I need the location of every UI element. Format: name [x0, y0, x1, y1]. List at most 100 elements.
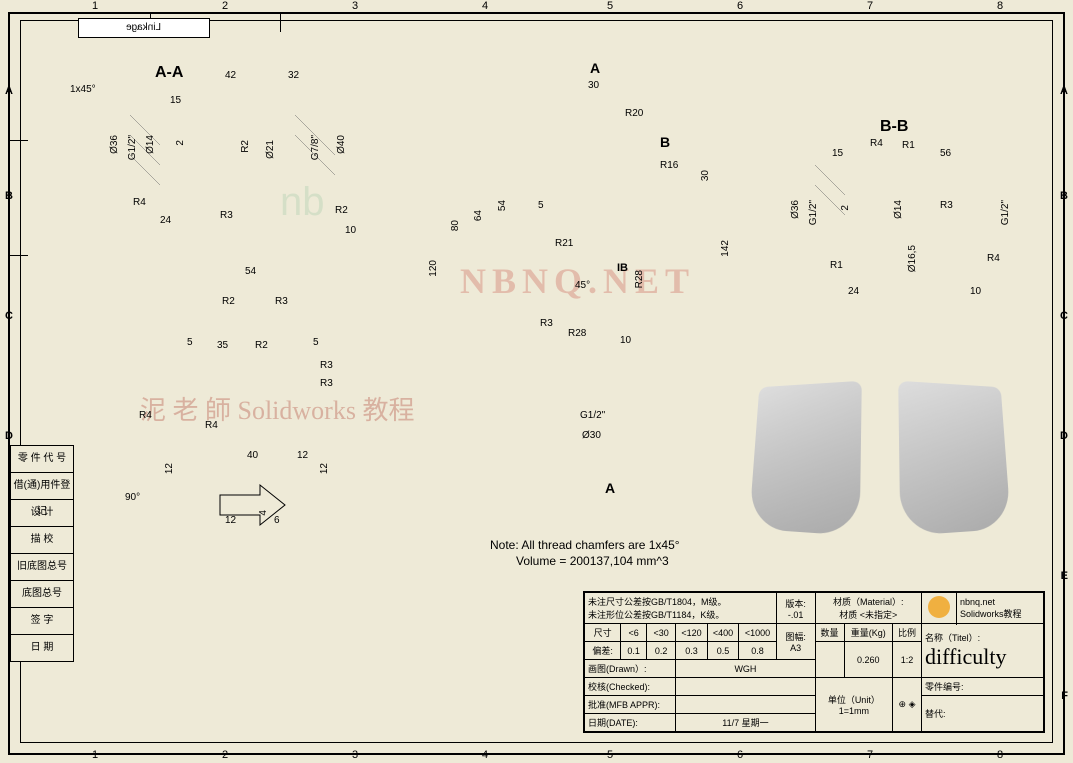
dim-r4a: R4 [133, 197, 146, 208]
sb-date: 日 期 [10, 635, 74, 662]
dim-chamfer: 1x45° [70, 84, 96, 95]
col-2-bot: 2 [215, 749, 235, 761]
arrow-a-bot: A [605, 480, 615, 496]
sb-trace: 描 校 [10, 527, 74, 554]
dim-v64: 64 [473, 210, 484, 221]
view-main [500, 80, 720, 460]
dim-d40: Ø40 [336, 135, 347, 154]
dim-g12a: G1/2" [127, 135, 138, 160]
dim-r3: R3 [540, 318, 553, 329]
dim-v4: 4 [258, 510, 269, 516]
dim-bb-g12a: G1/2" [808, 200, 819, 225]
dim-g78: G7/8" [310, 135, 321, 160]
dim-r28b: R28 [568, 328, 586, 339]
col-7-top: 7 [860, 0, 880, 12]
dim-bb-r4b: R4 [987, 253, 1000, 264]
dim-bb-h10: 10 [970, 286, 981, 297]
dim-h6: 6 [274, 515, 280, 526]
row-c-r: C [1060, 310, 1068, 322]
dim-bb-r3: R3 [940, 200, 953, 211]
row-b-l: B [5, 190, 13, 202]
dim-v30: 30 [700, 170, 711, 181]
dim-r2a: R2 [240, 140, 251, 153]
sb-partno: 零 件 代 号 [10, 445, 74, 473]
dim-bb-d165: Ø16,5 [907, 245, 918, 272]
col-5-top: 5 [600, 0, 620, 12]
dim-v142: 142 [720, 240, 731, 257]
dim-r2b: R2 [335, 205, 348, 216]
arrow-a-top: A [590, 60, 600, 76]
col-7-bot: 7 [860, 749, 880, 761]
section-bb-label: B-B [880, 118, 908, 136]
dim-r3b: R3 [275, 296, 288, 307]
section-aa-label: A-A [155, 64, 183, 82]
dim-h5b: 5 [313, 337, 319, 348]
dim-bb-h24: 24 [848, 286, 859, 297]
note-line1: Note: All thread chamfers are 1x45° [490, 538, 680, 552]
dim-bb-r4: R4 [870, 138, 883, 149]
col-1-top: 1 [85, 0, 105, 12]
note-line2: Volume = 200137,104 mm^3 [516, 554, 669, 568]
dim-h24: 24 [160, 215, 171, 226]
dim-h40: 40 [247, 450, 258, 461]
view-bb [790, 140, 1040, 320]
dim-a90: 90° [125, 492, 140, 503]
row-a-r: A [1060, 85, 1068, 97]
dim-r21: R21 [555, 238, 573, 249]
dim-h12b: 12 [225, 515, 236, 526]
dim-g12: G1/2" [580, 410, 605, 421]
sheet-tab[interactable]: Linkage [78, 18, 210, 38]
dim-h12a: 12 [297, 450, 308, 461]
col-8-bot: 8 [990, 749, 1010, 761]
dim-r4b: R4 [139, 410, 152, 421]
dim-h10: 10 [345, 225, 356, 236]
tick [280, 12, 281, 32]
dim-v120: 120 [428, 260, 439, 277]
dim-h42: 42 [225, 70, 236, 81]
dim-r16: R16 [660, 160, 678, 171]
dim-r3d: R3 [320, 378, 333, 389]
sb-basenum: 底图总号 [10, 581, 74, 608]
dim-bb-d36: Ø36 [790, 200, 801, 219]
dim-h5: 5 [538, 200, 544, 211]
dim-v12b: 12 [319, 463, 330, 474]
dim-h54: 54 [245, 266, 256, 277]
dim-bb-h56: 56 [940, 148, 951, 159]
sb-borrow: 借(通)用件登记 [10, 473, 74, 500]
dim-h30: 30 [588, 80, 599, 91]
col-4-top: 4 [475, 0, 495, 12]
dim-r4c: R4 [205, 420, 218, 431]
iso-view-1 [749, 381, 862, 536]
dim-h35: 35 [217, 340, 228, 351]
dim-a45: 45° [575, 280, 590, 291]
view-bottom [140, 420, 360, 580]
row-f-r: F [1061, 690, 1068, 702]
title-block: 未注尺寸公差按GB/T1804，M级。未注形位公差按GB/T1184，K级。 版… [583, 591, 1045, 733]
dim-h5a: 5 [187, 337, 193, 348]
dim-bb-r1b: R1 [830, 260, 843, 271]
dim-v80: 80 [450, 220, 461, 231]
dim-bb-r1a: R1 [902, 140, 915, 151]
col-6-top: 6 [730, 0, 750, 12]
dim-v2: 2 [175, 140, 186, 146]
col-4-bot: 4 [475, 749, 495, 761]
row-e-r: E [1061, 570, 1068, 582]
row-c-l: C [5, 310, 13, 322]
dim-v54: 54 [497, 200, 508, 211]
tick [8, 255, 28, 256]
sb-oldnum: 旧底图总号 [10, 554, 74, 581]
dim-d30: Ø30 [582, 430, 601, 441]
col-3-bot: 3 [345, 749, 365, 761]
dim-d14: Ø14 [145, 135, 156, 154]
row-a-l: A [5, 85, 13, 97]
col-2-top: 2 [215, 0, 235, 12]
dim-r3c: R3 [320, 360, 333, 371]
dim-r28a: R28 [634, 270, 645, 288]
logo-icon [928, 596, 950, 618]
col-1-bot: 1 [85, 749, 105, 761]
dim-d21: Ø21 [265, 140, 276, 159]
dim-v12a: 12 [164, 463, 175, 474]
revision-sidebar: 零 件 代 号 借(通)用件登记 设 计 描 校 旧底图总号 底图总号 签 字 … [10, 445, 74, 662]
dim-bb-d14: Ø14 [893, 200, 904, 219]
dim-r2d: R2 [255, 340, 268, 351]
